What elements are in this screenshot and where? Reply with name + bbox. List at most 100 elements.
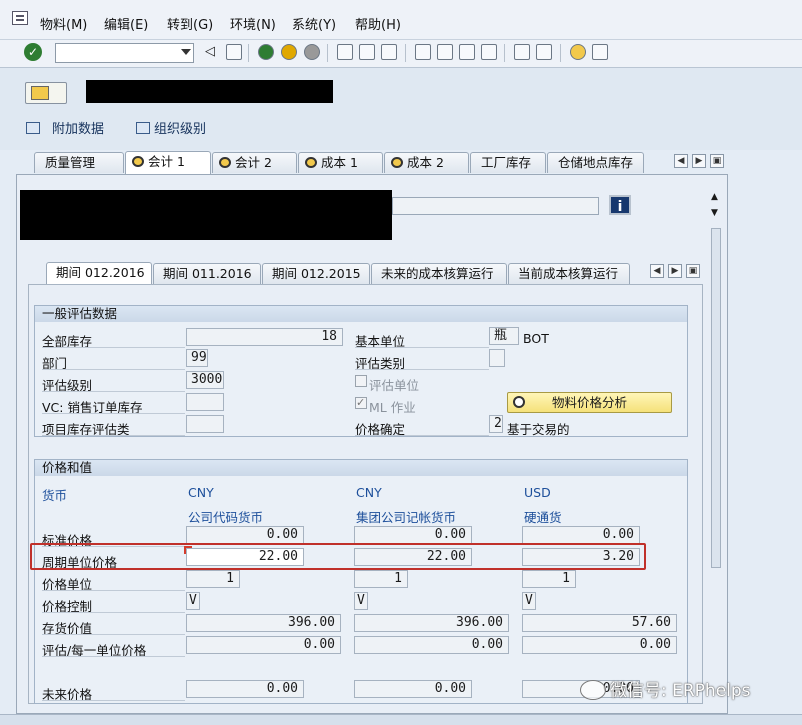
label-underline	[355, 347, 489, 348]
currency-type-col-2: 集团公司记帐货币	[356, 510, 457, 525]
valuation-area-field: 3000	[186, 371, 224, 389]
prev-page-icon[interactable]	[437, 44, 453, 60]
menu-environment[interactable]: 环境(N)	[230, 14, 276, 33]
first-page-icon[interactable]	[415, 44, 431, 60]
price-control-field-1: V	[186, 592, 200, 610]
command-field[interactable]	[55, 43, 194, 63]
menu-edit[interactable]: 编辑(E)	[104, 14, 148, 33]
tab-costing-1[interactable]: 成本 1	[298, 152, 383, 173]
base-unit-code: BOT	[523, 331, 549, 346]
tab-period-012-2015[interactable]: 期间 012.2015	[262, 263, 370, 284]
new-session-icon[interactable]	[514, 44, 530, 60]
org-levels-button[interactable]: 组织级别	[136, 118, 206, 137]
find-icon[interactable]	[359, 44, 375, 60]
scroll-down-icon[interactable]: ▼	[711, 208, 718, 218]
price-determination-field: 2	[489, 415, 503, 433]
label-underline	[42, 435, 185, 436]
menu-material[interactable]: 物料(M)	[40, 14, 87, 33]
system-menu-icon[interactable]	[12, 11, 28, 25]
tab-scroll-left-icon[interactable]: ◀	[674, 154, 688, 168]
label-underline	[42, 590, 185, 591]
label-underline	[355, 369, 489, 370]
tab-quality-management[interactable]: 质量管理	[34, 152, 124, 173]
inventory-value-field-1: 396.00	[186, 614, 341, 632]
label-underline	[42, 700, 185, 701]
toolbar-divider	[504, 44, 505, 62]
menu-help[interactable]: 帮助(H)	[355, 14, 401, 33]
standard-price-field-3: 0.00	[522, 526, 640, 544]
menu-system[interactable]: 系统(Y)	[292, 14, 336, 33]
price-control-field-2: V	[354, 592, 368, 610]
tab-costing-2[interactable]: 成本 2	[384, 152, 469, 173]
views-icon	[305, 157, 317, 168]
additional-data-button[interactable]: 附加数据	[26, 118, 104, 137]
material-description-field[interactable]	[392, 197, 599, 215]
find-next-icon[interactable]	[381, 44, 397, 60]
display-mode-icon[interactable]	[25, 82, 67, 104]
menu-goto[interactable]: 转到(G)	[167, 14, 213, 33]
future-price-field-1: 0.00	[186, 680, 304, 698]
vertical-scrollbar[interactable]: ▲ ▼	[709, 190, 723, 702]
menu-bar: 物料(M) 编辑(E) 转到(G) 环境(N) 系统(Y) 帮助(H)	[0, 0, 802, 40]
tab-period-011-2016[interactable]: 期间 011.2016	[153, 263, 261, 284]
tab-current-costing-run[interactable]: 当前成本核算运行	[508, 263, 630, 284]
price-analysis-label: 物料价格分析	[551, 395, 627, 410]
shortcut-icon[interactable]	[536, 44, 552, 60]
material-price-analysis-button[interactable]: 物料价格分析	[507, 392, 672, 413]
inner-tab-list-icon[interactable]: ▣	[686, 264, 700, 278]
total-stock-field: 18	[186, 328, 343, 346]
currency-col-3: USD	[524, 485, 551, 500]
label-underline	[355, 435, 489, 436]
redacted-material-description	[20, 190, 392, 240]
tab-storage-location-stock[interactable]: 仓储地点库存	[547, 152, 644, 173]
ml-active-label: ML 作业	[369, 400, 416, 415]
next-page-icon[interactable]	[459, 44, 475, 60]
views-icon	[132, 156, 144, 167]
tab-period-012-2016[interactable]: 期间 012.2016	[46, 262, 152, 285]
help-icon[interactable]	[570, 44, 586, 60]
tab-plant-stock[interactable]: 工厂库存	[470, 152, 546, 173]
inventory-value-field-2: 396.00	[354, 614, 509, 632]
back-icon[interactable]: ◁	[205, 44, 221, 60]
status-bar	[0, 714, 802, 725]
ok-icon[interactable]: ✓	[24, 43, 42, 61]
label-underline	[42, 391, 185, 392]
info-icon[interactable]: i	[609, 195, 631, 215]
wechat-icon	[580, 680, 606, 700]
label-underline	[42, 369, 185, 370]
exit-icon[interactable]	[281, 44, 297, 60]
label-underline	[42, 656, 185, 657]
group-title: 一般评估数据	[35, 306, 687, 322]
scroll-thumb[interactable]	[711, 228, 721, 568]
inner-tab-scroll-right-icon[interactable]: ▶	[668, 264, 682, 278]
price-determination-text: 基于交易的	[507, 422, 570, 437]
cancel-icon[interactable]	[304, 44, 320, 60]
hierarchy-icon	[136, 122, 150, 134]
valuation-class-field	[489, 349, 505, 367]
label-underline	[42, 634, 185, 635]
tab-future-costing-run[interactable]: 未来的成本核算运行	[371, 263, 507, 284]
tab-accounting-2[interactable]: 会计 2	[212, 152, 297, 173]
back-nav-icon[interactable]	[258, 44, 274, 60]
scroll-up-icon[interactable]: ▲	[711, 192, 718, 202]
magnifier-icon	[513, 396, 525, 408]
chevron-down-icon[interactable]	[181, 49, 191, 55]
tab-list-icon[interactable]: ▣	[710, 154, 724, 168]
inner-tab-scroll-left-icon[interactable]: ◀	[650, 264, 664, 278]
toolbar-divider	[327, 44, 328, 62]
valuation-per-unit-field-2: 0.00	[354, 636, 509, 654]
project-stock-field	[186, 415, 224, 433]
tab-accounting-1[interactable]: 会计 1	[125, 151, 211, 174]
ml-active-checkbox: ✓	[355, 396, 367, 409]
base-unit-field: 瓶	[489, 327, 519, 345]
currency-type-col-3: 硬通货	[524, 510, 562, 525]
last-page-icon[interactable]	[481, 44, 497, 60]
toolbar-divider	[405, 44, 406, 62]
layout-icon[interactable]	[592, 44, 608, 60]
tab-scroll-right-icon[interactable]: ▶	[692, 154, 706, 168]
save-icon[interactable]	[226, 44, 242, 60]
print-icon[interactable]	[337, 44, 353, 60]
valuation-per-unit-field-3: 0.00	[522, 636, 677, 654]
label-underline	[42, 612, 185, 613]
toolbar-divider	[248, 44, 249, 62]
